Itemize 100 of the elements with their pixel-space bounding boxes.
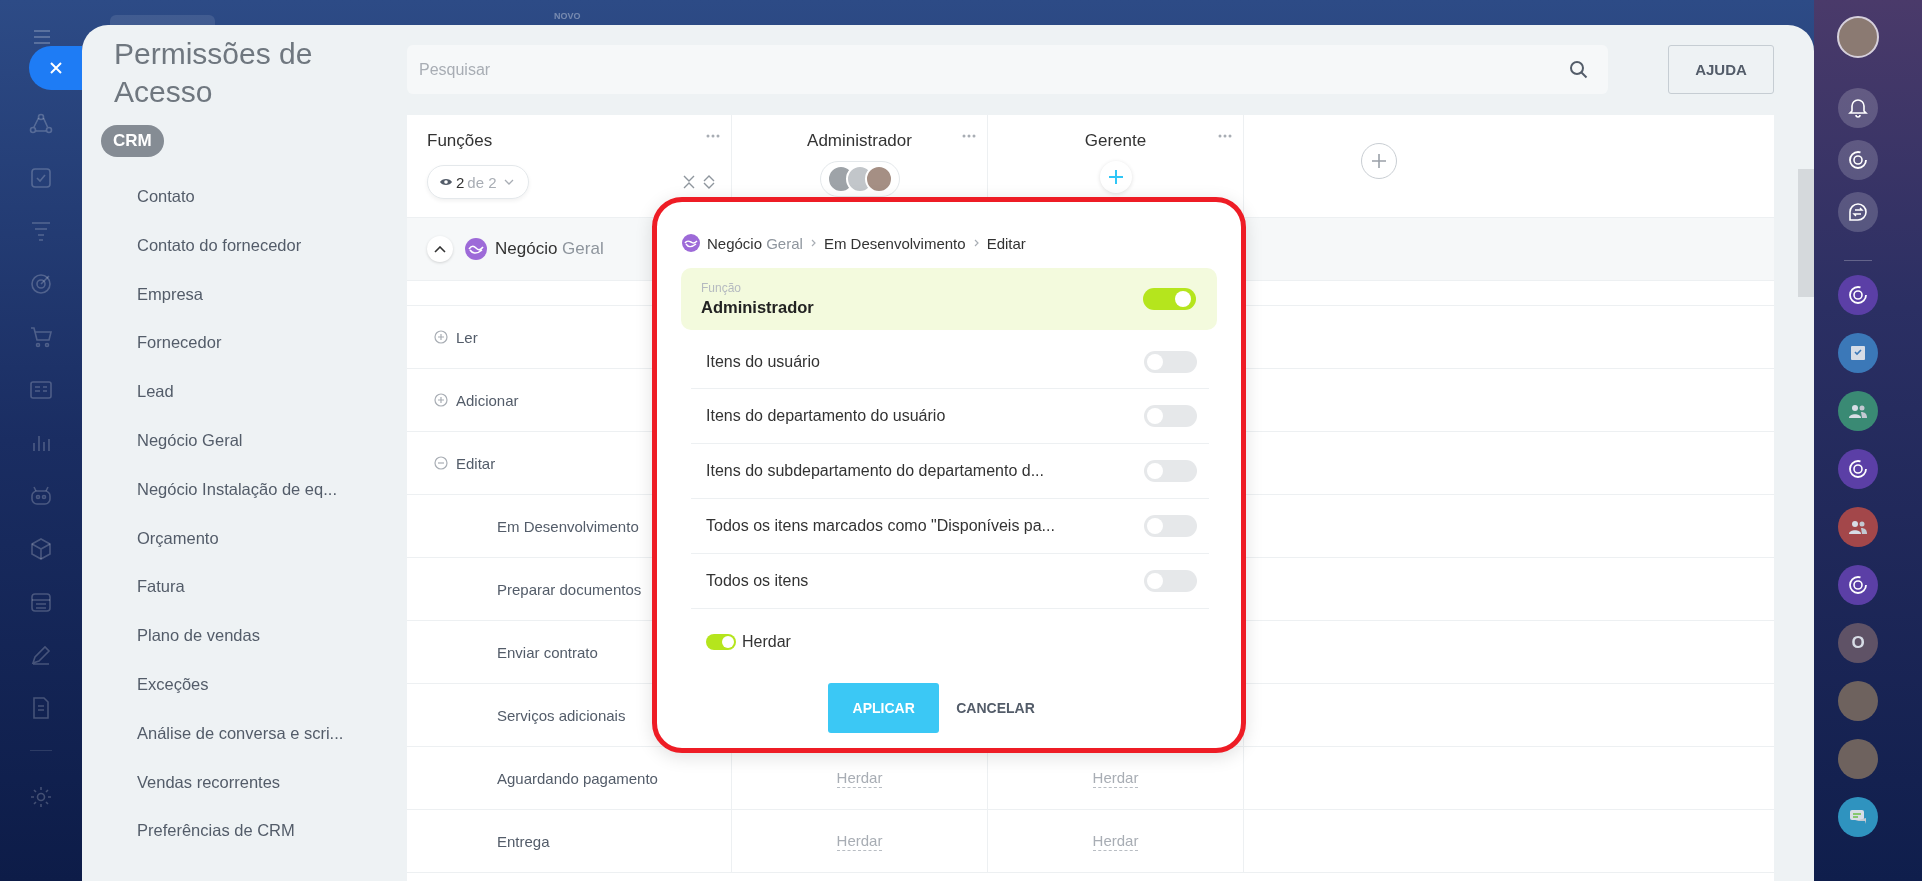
app-button[interactable] — [1838, 449, 1878, 489]
toggle-switch[interactable] — [1144, 570, 1197, 592]
column-header: Gerente — [1084, 130, 1147, 152]
plus-circle-icon[interactable] — [434, 393, 448, 407]
more-icon[interactable] — [1218, 134, 1232, 138]
breadcrumb-item[interactable]: Em Desenvolvimento — [823, 234, 966, 252]
role-caption: Função — [701, 280, 743, 296]
expand-all-icon[interactable] — [703, 175, 715, 189]
chevron-right-icon — [973, 239, 979, 247]
column-header: Administrador — [807, 130, 912, 152]
warehouse-icon[interactable] — [29, 590, 53, 614]
sidebar-item[interactable]: Contato — [114, 172, 195, 221]
scrollbar[interactable] — [1798, 169, 1814, 297]
cancel-button[interactable]: CANCELAR — [951, 683, 1040, 733]
card-icon[interactable] — [29, 378, 53, 402]
toggle-switch[interactable] — [1144, 515, 1197, 537]
swirl-icon — [1846, 457, 1870, 481]
plus-icon — [1372, 154, 1386, 168]
toggle-switch[interactable] — [1143, 288, 1196, 310]
sidebar-item[interactable]: Vendas recorrentes — [114, 757, 281, 807]
toggle-switch[interactable] — [1144, 460, 1197, 482]
sidebar-item[interactable]: Fatura — [114, 562, 185, 612]
row-label: Preparar documentos — [497, 580, 642, 598]
option-label: Itens do subdepartamento do departamento d... — [706, 462, 1044, 480]
breadcrumb-item[interactable]: Editar — [986, 234, 1026, 252]
swirl-icon — [1846, 148, 1870, 172]
funnel-icon[interactable] — [29, 219, 53, 243]
sidebar-item[interactable]: Negócio Instalação de eq... — [114, 464, 337, 514]
sidebar-item[interactable]: Negócio Geral — [114, 416, 243, 465]
tool-button[interactable] — [1838, 192, 1878, 232]
sidebar-item[interactable]: Contato do fornecedor — [114, 220, 302, 270]
swirl-icon — [1846, 283, 1870, 307]
row-label: Ler — [456, 328, 478, 346]
row-label: Enviar contrato — [497, 643, 598, 661]
toggle-switch[interactable] — [1144, 405, 1197, 427]
option-label: Itens do usuário — [706, 352, 820, 371]
eye-icon — [439, 177, 453, 187]
sidebar-item[interactable]: Empresa — [114, 269, 204, 319]
toggle-switch[interactable] — [1144, 350, 1197, 373]
toggle-switch[interactable] — [706, 634, 736, 650]
minus-circle-icon[interactable] — [434, 456, 448, 470]
breadcrumb-item[interactable]: Negócio Geral — [707, 234, 803, 252]
settings-icon[interactable] — [29, 785, 53, 809]
checkbox-icon[interactable] — [29, 166, 53, 190]
pen-icon[interactable] — [29, 643, 53, 667]
app-button[interactable] — [1838, 565, 1878, 605]
app-button[interactable] — [1838, 391, 1878, 431]
category-icon — [682, 234, 700, 252]
chat-arrows-icon — [1846, 200, 1870, 224]
app-button[interactable] — [1838, 797, 1878, 837]
sidebar-item[interactable]: Exceções — [114, 659, 209, 709]
avatar[interactable] — [1837, 16, 1879, 58]
option-label: Itens do departamento do usuário — [706, 407, 946, 425]
sidebar-item[interactable]: Análise de conversa e scri... — [114, 708, 344, 758]
app-button[interactable] — [1838, 333, 1878, 373]
swirl-icon — [1846, 573, 1870, 597]
robot-icon[interactable] — [29, 484, 53, 508]
row-label: Editar — [456, 454, 496, 472]
tool-button[interactable] — [1838, 140, 1878, 180]
category-icon — [465, 238, 487, 260]
cube-icon[interactable] — [29, 537, 53, 561]
chevron-down-icon — [503, 179, 514, 185]
app-button[interactable] — [1838, 507, 1878, 547]
row-label: Serviços adicionais — [497, 706, 626, 724]
option-label: Todos os itens marcados como "Disponíveis pa... — [706, 517, 1055, 535]
avatar — [864, 165, 893, 193]
sidebar-item[interactable]: Plano de vendas — [114, 611, 260, 660]
search-field[interactable]: Pesquisar — [407, 45, 1608, 94]
plus-circle-icon[interactable] — [434, 330, 448, 344]
sidebar-item[interactable]: Preferências de CRM — [114, 806, 295, 856]
search-icon[interactable] — [1569, 60, 1588, 79]
option-label: Todos os itens — [706, 572, 809, 590]
close-button[interactable] — [29, 46, 82, 90]
new-label: NOVO — [554, 11, 581, 21]
app-button[interactable] — [1838, 275, 1878, 315]
chevron-right-icon — [810, 239, 816, 247]
add-member-button[interactable] — [1099, 161, 1132, 193]
add-column-button[interactable] — [1361, 143, 1397, 179]
filter-button[interactable]: 2 de 2 — [427, 165, 529, 199]
avatar-group[interactable] — [819, 161, 900, 197]
bell-icon — [1846, 96, 1870, 120]
sidebar-item[interactable]: Fornecedor — [114, 318, 222, 368]
row-label: Aguardando pagamento — [497, 769, 658, 787]
group-title: Negócio Geral — [495, 239, 604, 259]
row-label: Em Desenvolvimento — [497, 517, 639, 535]
target-icon[interactable] — [29, 272, 53, 296]
plus-icon — [1108, 170, 1123, 184]
more-icon[interactable] — [962, 134, 976, 138]
help-button[interactable]: AJUDA — [1668, 45, 1774, 94]
cart-icon[interactable] — [29, 325, 53, 349]
sidebar-item[interactable]: Lead — [114, 367, 174, 416]
sidebar-item[interactable]: Orçamento — [114, 513, 219, 563]
collapse-all-icon[interactable] — [683, 175, 695, 189]
collapse-button[interactable] — [427, 236, 453, 262]
menu-icon[interactable] — [31, 27, 53, 47]
app-button[interactable]: O — [1838, 623, 1878, 663]
more-icon[interactable] — [706, 134, 720, 138]
tool-button[interactable] — [1838, 88, 1878, 128]
close-icon[interactable] — [47, 60, 64, 76]
row-label: Adicionar — [456, 391, 519, 409]
